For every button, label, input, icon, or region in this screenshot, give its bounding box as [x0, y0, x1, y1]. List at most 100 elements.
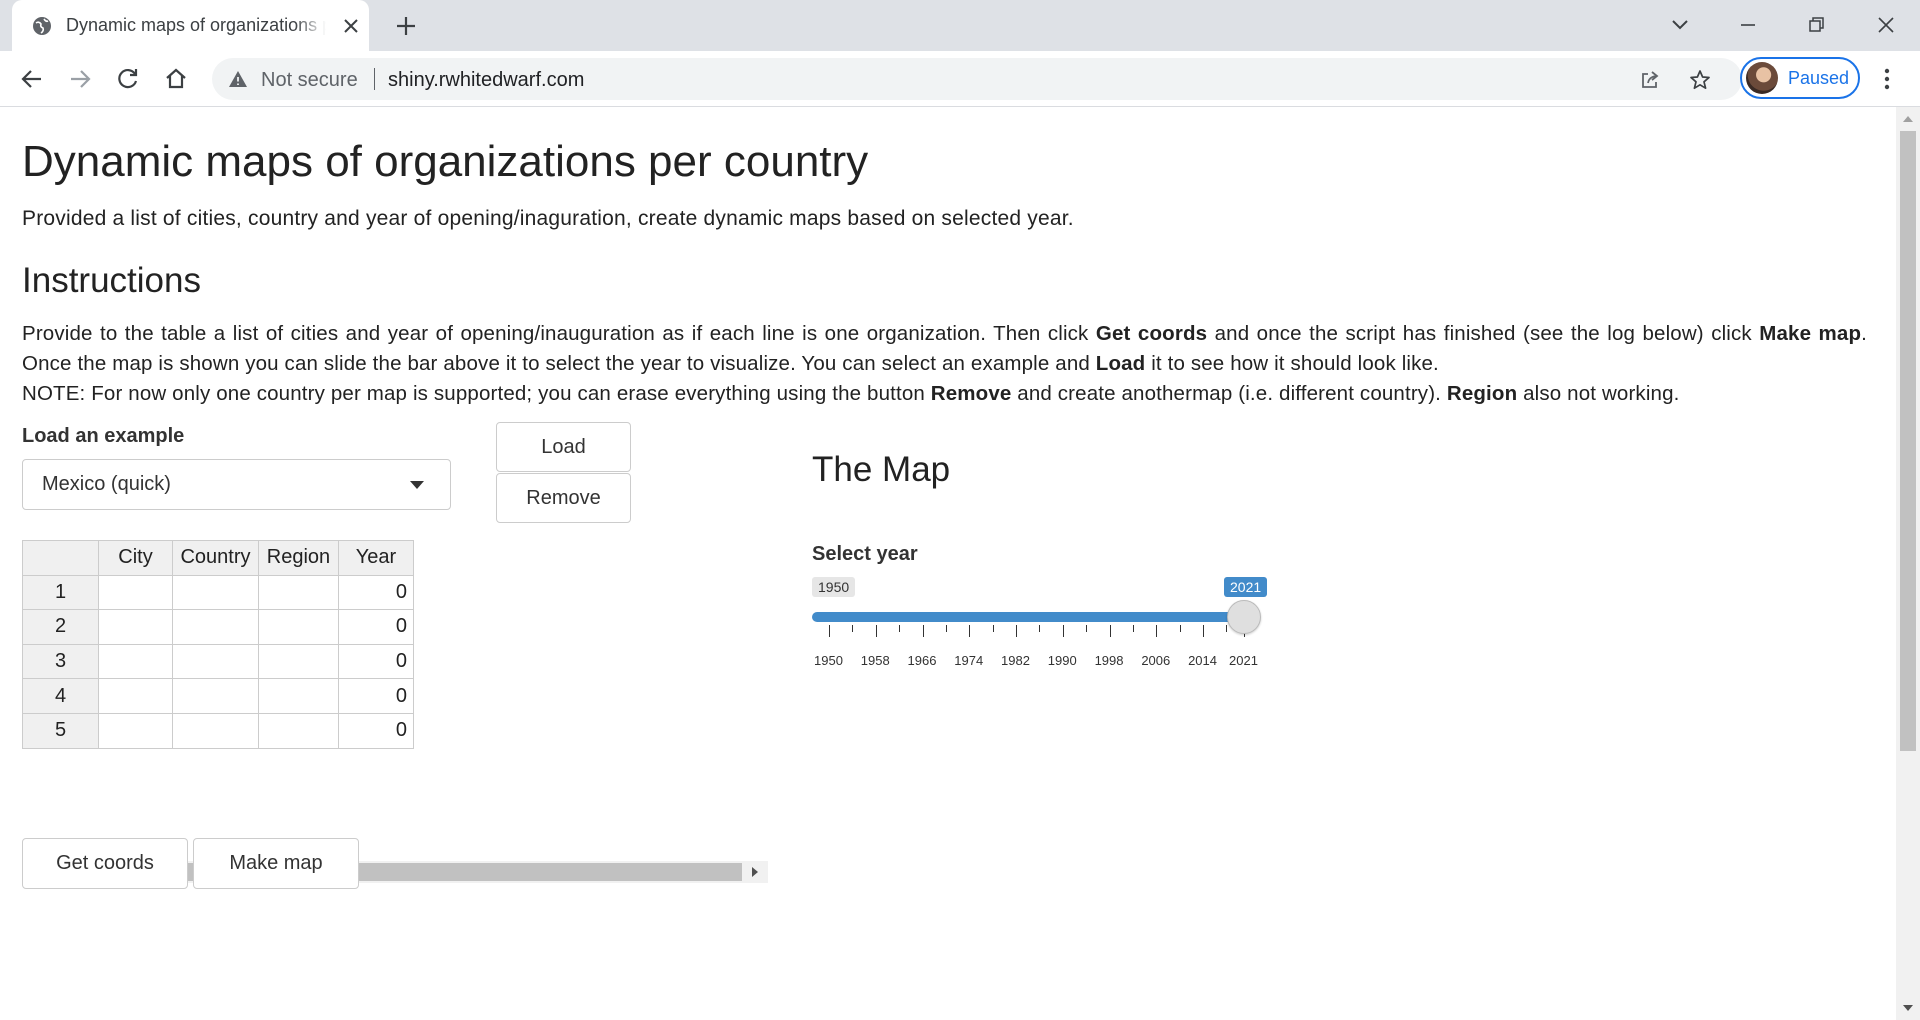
scroll-thumb[interactable] [1900, 131, 1916, 751]
column-header-region[interactable]: Region [258, 540, 339, 576]
slider-tick [899, 625, 901, 632]
example-select-label: Load an example [22, 425, 185, 447]
minimize-icon[interactable] [1733, 10, 1763, 40]
row-number[interactable]: 5 [22, 712, 99, 749]
remove-button[interactable]: Remove [496, 473, 631, 523]
cell-region[interactable] [258, 643, 339, 680]
cell-year[interactable]: 0 [338, 643, 414, 680]
cell-city[interactable] [98, 712, 173, 749]
more-vertical-icon[interactable] [1875, 65, 1899, 93]
cell-region[interactable] [258, 712, 339, 749]
cell-country[interactable] [172, 643, 259, 680]
row-number[interactable]: 2 [22, 609, 99, 645]
slider-tick [1156, 625, 1158, 637]
cell-country[interactable] [172, 678, 259, 714]
security-status[interactable]: Not secure [261, 69, 358, 92]
new-tab-plus-icon[interactable] [392, 12, 420, 40]
organizations-table[interactable]: City Country Region Year 1 0 2 0 3 0 4 0… [22, 540, 414, 749]
scroll-down-arrow-icon[interactable] [1902, 1003, 1914, 1013]
cell-year[interactable]: 0 [338, 574, 414, 611]
instructions-text: Provide to the table a list of cities an… [22, 319, 1867, 409]
load-button-label: Load [541, 435, 586, 458]
forward-arrow-icon[interactable] [66, 65, 94, 93]
divider [374, 68, 375, 90]
table-row: 5 0 [22, 712, 414, 749]
close-icon[interactable] [339, 14, 363, 38]
url-text[interactable]: shiny.rwhitedwarf.com [388, 69, 584, 92]
cell-city[interactable] [98, 574, 173, 611]
slider-tick-label: 1990 [1047, 653, 1077, 668]
table-row: 4 0 [22, 678, 414, 714]
slider-tick [1203, 625, 1205, 637]
slider-tick [875, 625, 877, 637]
table-row: 3 0 [22, 643, 414, 680]
cell-country[interactable] [172, 574, 259, 611]
avatar [1746, 62, 1778, 94]
tab-title: Dynamic maps of organizations per countr… [66, 15, 326, 35]
cell-city[interactable] [98, 609, 173, 645]
instr-bold: Make map [1759, 322, 1862, 345]
tab-search-chevron-icon[interactable] [1665, 10, 1695, 40]
cell-year[interactable]: 0 [338, 678, 414, 714]
reload-icon[interactable] [114, 65, 142, 93]
instr-part: also not working. [1517, 382, 1680, 405]
cell-year[interactable]: 0 [338, 712, 414, 749]
back-arrow-icon[interactable] [18, 65, 46, 93]
share-icon[interactable] [1638, 68, 1662, 92]
column-header-country[interactable]: Country [172, 540, 259, 576]
slider-min-label: 1950 [812, 577, 856, 597]
load-button[interactable]: Load [496, 422, 631, 472]
row-number[interactable]: 1 [22, 574, 99, 611]
slider-track[interactable] [812, 612, 1244, 622]
instr-bold: Remove [930, 382, 1012, 405]
instr-bold: Load [1095, 352, 1146, 375]
restore-icon[interactable] [1801, 10, 1831, 40]
cell-region[interactable] [258, 678, 339, 714]
page-scrollbar[interactable] [1896, 107, 1920, 1020]
browser-tab[interactable]: Dynamic maps of organizations per countr… [12, 0, 369, 51]
example-select[interactable]: Mexico (quick) [22, 459, 451, 510]
page-subtitle: Provided a list of cities, country and y… [22, 207, 1074, 230]
slider-tick [1039, 625, 1041, 632]
slider-tick-label: 1982 [1001, 653, 1030, 668]
cell-country[interactable] [172, 712, 259, 749]
column-header-city[interactable]: City [98, 540, 173, 576]
row-number[interactable]: 3 [22, 643, 99, 680]
address-bar[interactable]: Not secure shiny.rwhitedwarf.com [212, 58, 1742, 100]
get-coords-button[interactable]: Get coords [22, 838, 188, 889]
column-header-year[interactable]: Year [338, 540, 414, 576]
profile-button[interactable]: Paused [1740, 57, 1860, 99]
bookmark-star-icon[interactable] [1688, 68, 1712, 92]
cell-country[interactable] [172, 609, 259, 645]
globe-icon [33, 17, 51, 35]
instr-bold: Region [1446, 382, 1518, 405]
profile-status: Paused [1788, 68, 1850, 88]
slider-handle[interactable] [1227, 600, 1261, 634]
scroll-up-arrow-icon[interactable] [1902, 114, 1914, 124]
cell-region[interactable] [258, 609, 339, 645]
year-slider[interactable]: 1950 2021 1950 1958 1966 1974 1982 1990 1998 20… [812, 577, 1272, 677]
slider-tick-label: 1950 [814, 653, 843, 668]
slider-tick-label: 2014 [1188, 653, 1217, 668]
cell-region[interactable] [258, 574, 339, 611]
home-icon[interactable] [162, 65, 190, 93]
cell-city[interactable] [98, 678, 173, 714]
make-map-button-label: Make map [229, 852, 323, 874]
scroll-right-arrow-icon[interactable] [750, 866, 760, 878]
row-number[interactable]: 4 [22, 678, 99, 714]
instr-part: and create anothermap (i.e. different co… [1011, 382, 1447, 405]
table-row: 1 0 [22, 574, 414, 611]
page-title: Dynamic maps of organizations per countr… [22, 137, 869, 186]
close-window-icon[interactable] [1871, 10, 1901, 40]
table-header-row: City Country Region Year [22, 540, 414, 576]
slider-tick [829, 625, 830, 637]
make-map-button[interactable]: Make map [193, 838, 359, 889]
slider-tick [1226, 625, 1228, 632]
warning-triangle-icon[interactable] [228, 69, 248, 89]
cell-year[interactable]: 0 [338, 609, 414, 645]
slider-tick [1016, 625, 1018, 637]
slider-tick [922, 625, 924, 637]
cell-city[interactable] [98, 643, 173, 680]
instr-part: Provide to the table a list of cities an… [22, 322, 1096, 345]
slider-tick-label: 2021 [1229, 653, 1258, 668]
